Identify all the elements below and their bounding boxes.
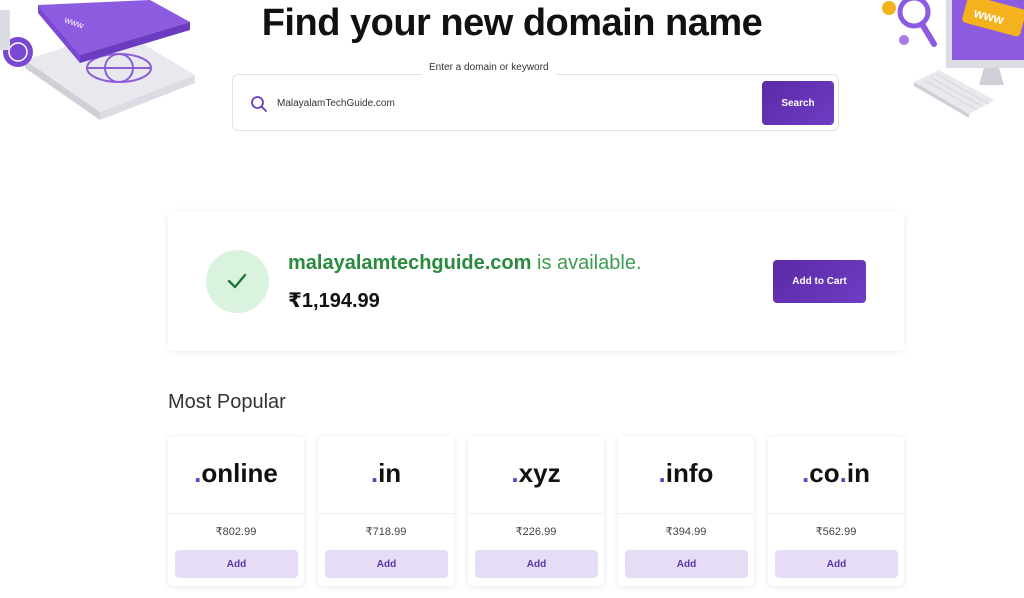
tld-label: online	[201, 458, 278, 488]
tld-label: xyz	[518, 458, 561, 488]
add-tld-in-button[interactable]: Add	[325, 550, 448, 578]
tld-dot: .	[658, 458, 666, 488]
result-price: ₹1,194.99	[288, 290, 380, 312]
domain-search-box: Search	[232, 74, 839, 131]
tld-divider	[768, 513, 904, 514]
tld-card-co-in: .co.in ₹562.99 Add	[768, 436, 904, 586]
result-domain: malayalamtechguide.com	[288, 252, 532, 274]
search-icon	[251, 96, 267, 112]
tld-label: in	[846, 458, 870, 488]
tld-name: .co.in	[768, 458, 904, 489]
tld-dot: .	[839, 458, 847, 488]
tld-card-xyz: .xyz ₹226.99 Add	[468, 436, 604, 586]
tld-price: ₹718.99	[365, 526, 407, 538]
available-check-badge	[206, 250, 269, 313]
tld-name: .in	[318, 458, 454, 489]
tld-price: ₹394.99	[665, 526, 707, 538]
tld-price: ₹802.99	[215, 526, 257, 538]
domain-search-input[interactable]	[277, 91, 747, 115]
availability-result-card: malayalamtechguide.com is available. ₹1,…	[168, 212, 904, 351]
tld-name: .online	[168, 458, 304, 489]
tld-divider	[618, 513, 754, 514]
tld-card-online: .online ₹802.99 Add	[168, 436, 304, 586]
tld-dot: .	[370, 458, 379, 488]
page-title: Find your new domain name	[261, 2, 763, 44]
tld-divider	[468, 513, 604, 514]
popular-tld-grid: .online ₹802.99 Add .in ₹718.99 Add .xyz…	[168, 436, 904, 586]
tld-card-info: .info ₹394.99 Add	[618, 436, 754, 586]
availability-message: malayalamtechguide.com is available.	[288, 252, 642, 275]
search-label: Enter a domain or keyword	[422, 61, 556, 75]
result-status: is available.	[531, 252, 642, 274]
tld-name: .xyz	[468, 458, 604, 489]
search-button[interactable]: Search	[762, 81, 834, 125]
tld-card-in: .in ₹718.99 Add	[318, 436, 454, 586]
tld-divider	[168, 513, 304, 514]
add-tld-co-in-button[interactable]: Add	[775, 550, 898, 578]
tld-dot: .	[511, 458, 519, 488]
tld-divider	[318, 513, 454, 514]
add-tld-xyz-button[interactable]: Add	[475, 550, 598, 578]
tld-price: ₹562.99	[815, 526, 857, 538]
tld-label: in	[378, 458, 402, 488]
tld-label: info	[665, 458, 714, 488]
tld-name: .info	[618, 458, 754, 489]
checkmark-icon	[227, 273, 247, 289]
most-popular-heading: Most Popular	[168, 391, 286, 413]
add-to-cart-button[interactable]: Add to Cart	[773, 260, 866, 303]
tld-price: ₹226.99	[515, 526, 557, 538]
tld-label: co	[809, 458, 840, 488]
add-tld-online-button[interactable]: Add	[175, 550, 298, 578]
add-tld-info-button[interactable]: Add	[625, 550, 748, 578]
